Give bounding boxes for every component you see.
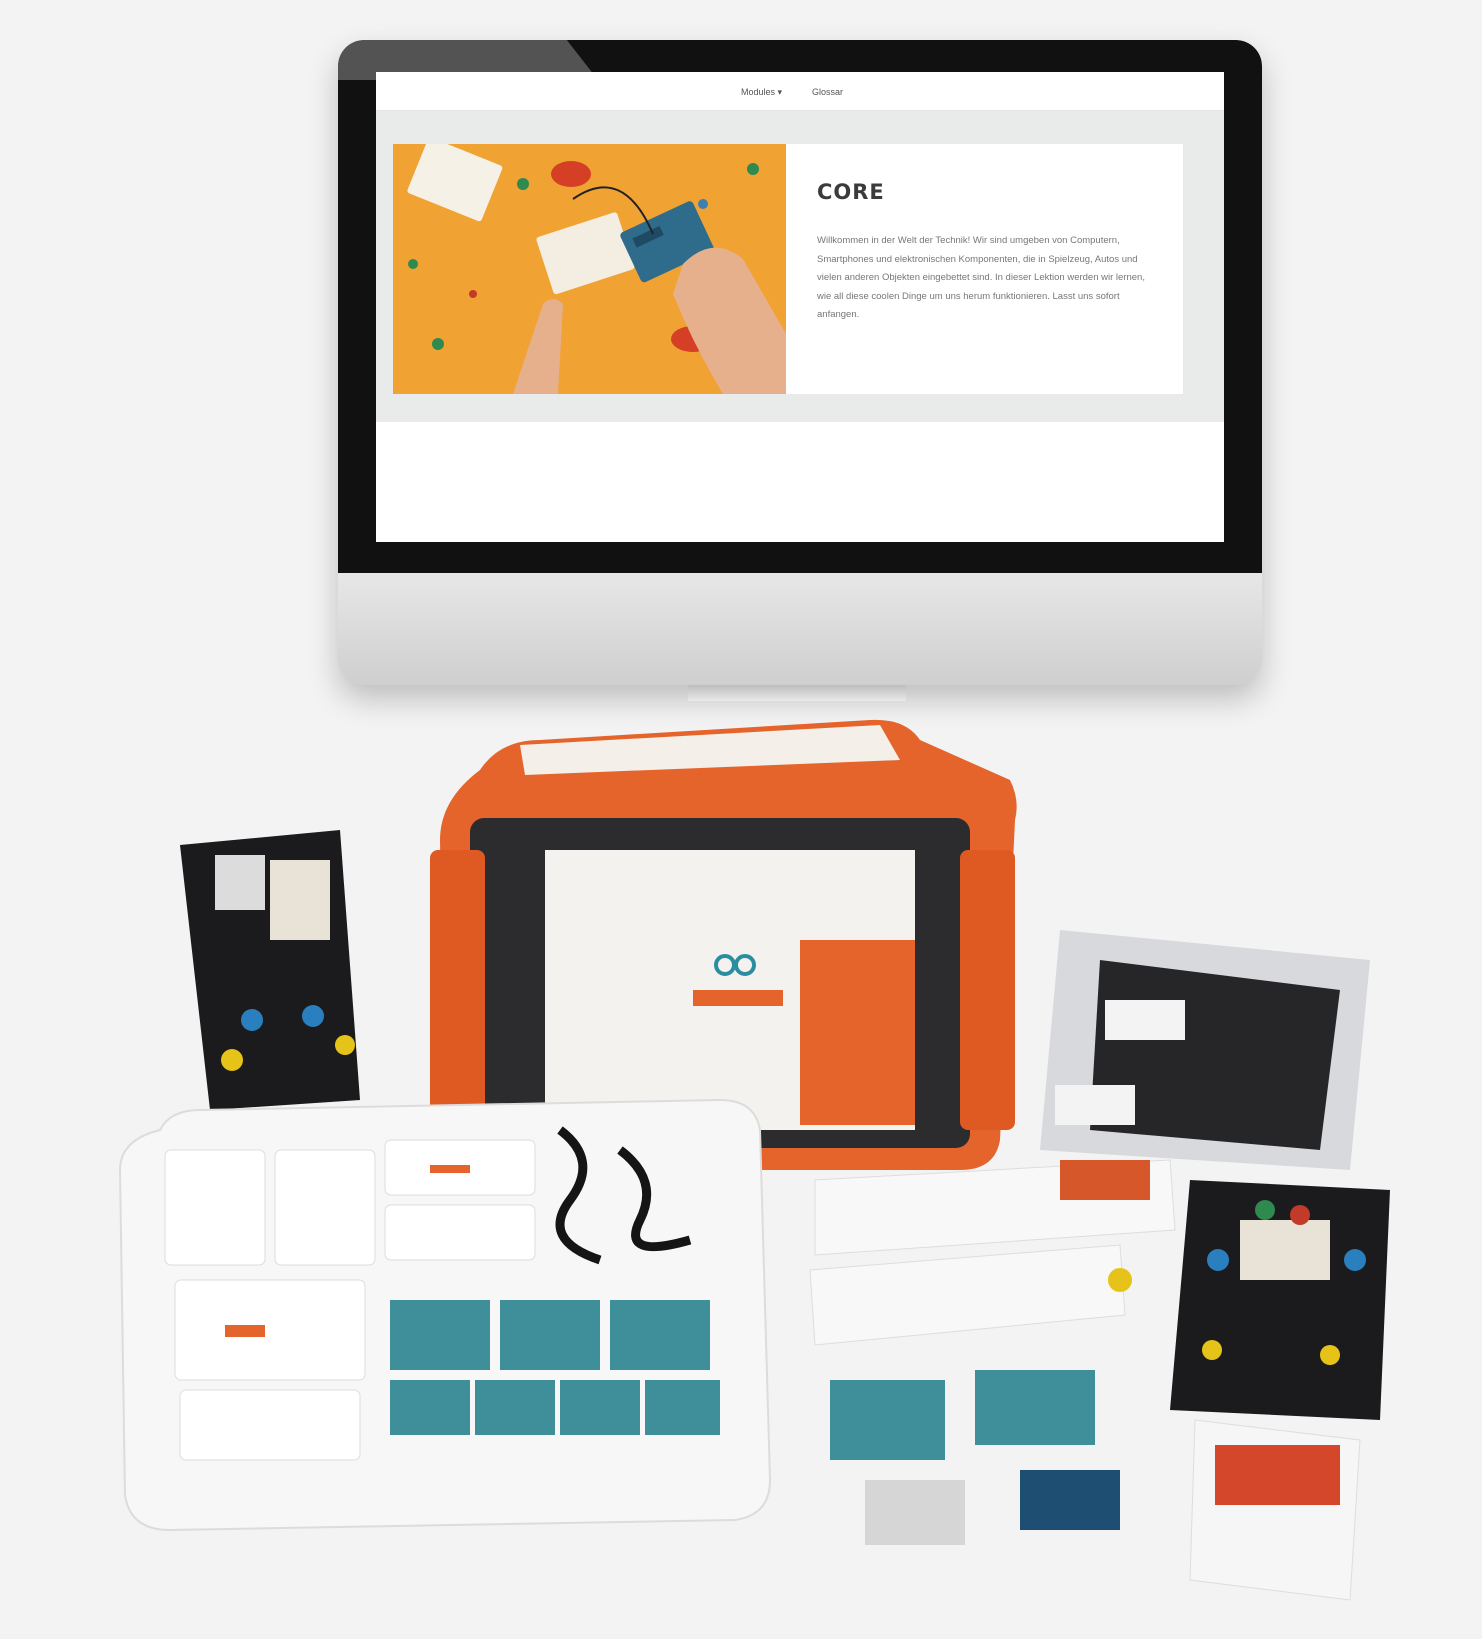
small-parts-tub (1189, 1419, 1361, 1601)
monitor-stand (688, 685, 906, 701)
lesson-description: Willkommen in der Welt der Technik! Wir … (817, 235, 1145, 320)
nav-glossar-link[interactable]: Glossar (812, 87, 843, 97)
right-build-frame (1170, 1180, 1390, 1420)
kit-product-photo (0, 700, 1482, 1639)
lesson-card: CORE Willkommen in der Welt der Technik!… (393, 144, 1183, 394)
browser-screen: Modules ▾ Glossar CORE Willkommen in der… (376, 72, 1224, 542)
parts-bag (1040, 930, 1370, 1170)
white-component-tray (118, 1098, 772, 1532)
left-build-frame (180, 830, 360, 1110)
lesson-photo (393, 144, 786, 394)
lesson-hero: CORE Willkommen in der Welt der Technik!… (376, 111, 1224, 422)
component-boxes (809, 1159, 1176, 1346)
board-boxes (830, 1370, 1120, 1545)
lesson-title: CORE (817, 180, 885, 204)
nav-modules-dropdown[interactable]: Modules ▾ (741, 87, 782, 98)
kit-illustration (118, 719, 1390, 1601)
monitor-chin (338, 573, 1262, 685)
top-navigation: Modules ▾ Glossar (376, 72, 1224, 111)
lesson-image (393, 144, 786, 394)
